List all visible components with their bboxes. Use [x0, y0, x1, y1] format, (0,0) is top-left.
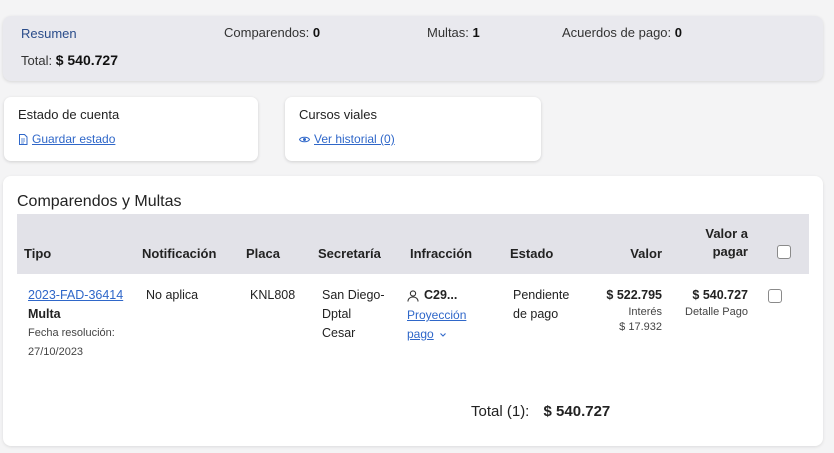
acuerdos-value: 0 [674, 25, 682, 40]
estado-cuenta-title: Estado de cuenta [18, 107, 120, 122]
row-estado: Pendiente de pago [513, 286, 569, 324]
comparendos-label: Comparendos: [224, 25, 310, 40]
header-placa: Placa [246, 246, 280, 261]
proyeccion-line2-label[interactable]: pago [407, 325, 434, 344]
proyeccion-line2[interactable]: pago [407, 325, 466, 344]
secretaria-line3: Cesar [322, 326, 356, 340]
header-estado: Estado [510, 246, 554, 261]
row-tipo-label: Multa [28, 307, 61, 321]
cursos-viales-card: Cursos viales Ver historial (0) [285, 97, 541, 161]
secretaria-line1: San Diego- [322, 288, 385, 302]
table-total: Total (1): $ 540.727 [471, 403, 610, 420]
valor-amount: $ 522.795 [606, 288, 662, 302]
multas-label: Multas: [427, 25, 469, 40]
fecha-resolucion-value: 27/10/2023 [28, 346, 84, 358]
header-valor-pagar-line1: Valor a [705, 226, 748, 241]
guardar-estado-label[interactable]: Guardar estado [32, 132, 115, 146]
chevron-down-icon[interactable] [439, 332, 447, 338]
interes-amount: $ 17.932 [619, 321, 662, 333]
infraccion-code-label: C29... [424, 288, 458, 302]
person-icon [407, 289, 419, 302]
select-all-checkbox[interactable] [777, 245, 791, 259]
interes-label: Interés [628, 306, 662, 318]
summary-total-label: Total: [21, 53, 53, 68]
row-secretaria: San Diego- Dptal Cesar [322, 286, 385, 343]
eye-icon [299, 136, 310, 142]
multas-value: 1 [472, 25, 480, 40]
header-valor: Valor [630, 246, 662, 261]
cursos-viales-title: Cursos viales [299, 107, 378, 122]
header-valor-pagar-line2: pagar [712, 244, 748, 259]
estado-line2: de pago [513, 307, 559, 321]
summary-title: Resumen [21, 26, 77, 41]
table-total-value: $ 540.727 [543, 403, 611, 420]
ver-historial-label[interactable]: Ver historial (0) [314, 132, 395, 146]
row-placa: KNL808 [250, 288, 296, 302]
proyeccion-pago-link[interactable]: Proyección pago [407, 306, 466, 344]
row-checkbox[interactable] [768, 289, 782, 303]
row-notificacion: No aplica [146, 288, 199, 302]
table-heading: Comparendos y Multas [17, 193, 182, 210]
row-valor-pagar: $ 540.727 Detalle Pago [685, 286, 748, 320]
proyeccion-line1[interactable]: Proyección [407, 306, 466, 325]
valor-pagar-amount: $ 540.727 [692, 288, 748, 302]
comparendos-multas-panel: Comparendos y Multas Tipo Notificación P… [3, 176, 823, 446]
row-valor: $ 522.795 Interés $ 17.932 [606, 286, 662, 335]
header-secretaria: Secretaría [318, 246, 381, 261]
secretaria-line2: Dptal [322, 307, 352, 321]
header-notificacion: Notificación [142, 246, 217, 261]
infraccion-code: C29... [407, 286, 466, 305]
fecha-resolucion-label: Fecha resolución: [28, 327, 115, 339]
multas-count: Multas: 1 [427, 25, 480, 40]
document-icon [19, 133, 28, 145]
header-infraccion: Infracción [410, 246, 473, 261]
estado-cuenta-card: Estado de cuenta Guardar estado [4, 97, 258, 161]
acuerdos-label: Acuerdos de pago: [562, 25, 672, 40]
comparendos-count: Comparendos: 0 [224, 25, 320, 40]
summary-total: Total: $ 540.727 [21, 52, 118, 68]
summary-panel: Resumen Comparendos: 0 Multas: 1 Acuerdo… [3, 16, 823, 81]
summary-total-value: $ 540.727 [55, 52, 118, 68]
guardar-estado-link[interactable]: Guardar estado [18, 132, 115, 146]
header-tipo: Tipo [24, 246, 52, 261]
table-header: Tipo Notificación Placa Secretaría Infra… [17, 214, 809, 274]
ver-historial-link[interactable]: Ver historial (0) [299, 132, 395, 146]
acuerdos-count: Acuerdos de pago: 0 [562, 25, 682, 40]
table-total-label: Total (1): [471, 403, 530, 420]
comparendo-id-link[interactable]: 2023-FAD-36414 [28, 286, 123, 305]
row-infraccion: C29... Proyección pago [407, 286, 466, 344]
header-valor-pagar: Valor a pagar [705, 226, 748, 259]
comparendos-value: 0 [312, 25, 321, 40]
estado-line1: Pendiente [513, 288, 570, 302]
detalle-pago-link[interactable]: Detalle Pago [685, 305, 748, 320]
row-tipo: 2023-FAD-36414 Multa Fecha resolución: 2… [28, 286, 123, 362]
